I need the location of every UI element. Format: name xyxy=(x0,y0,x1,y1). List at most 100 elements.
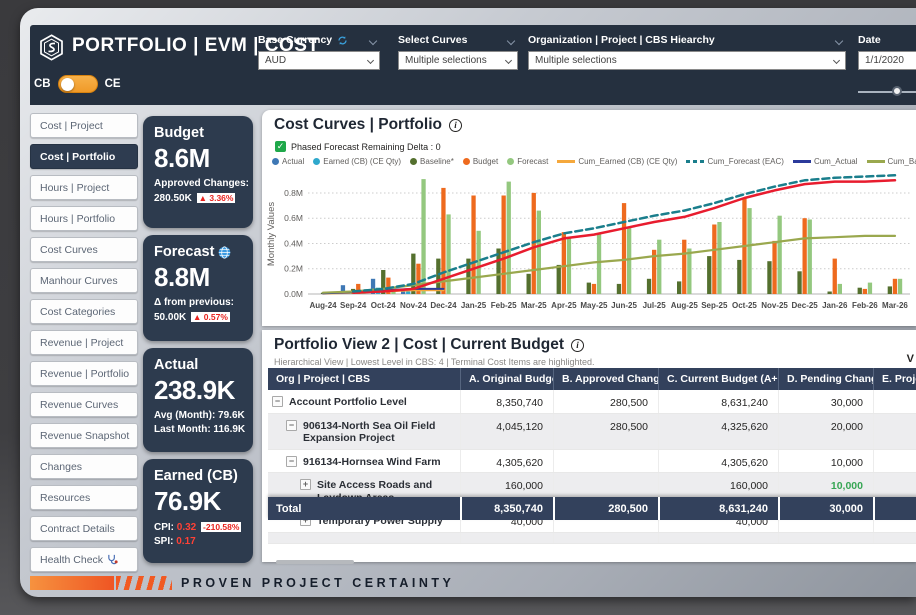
checkbox-checked-icon[interactable]: ✓ xyxy=(275,141,286,152)
legend-item-cum-baseline[interactable]: Cum_Baseline* xyxy=(867,157,916,166)
svg-text:Jan-26: Jan-26 xyxy=(822,301,848,310)
sidebar-item-label: Cost | Portfolio xyxy=(40,151,115,163)
sidebar-item-contract-details[interactable]: Contract Details xyxy=(30,516,138,541)
chart-panel: Cost Curves | Portfolio i ✓ Phased Forec… xyxy=(262,110,916,326)
legend-label: Actual xyxy=(282,157,304,166)
chevron-down-icon[interactable] xyxy=(369,37,377,45)
cell-value: 4,305,620 xyxy=(460,450,553,473)
app-header: PORTFOLIO | EVM | COST CB CE Base Curren… xyxy=(30,25,916,105)
slider-track xyxy=(858,91,916,93)
sidebar-item-hours-project[interactable]: Hours | Project xyxy=(30,175,138,200)
legend-item-actual[interactable]: Actual xyxy=(272,157,304,166)
table-row-916134-hornsea-wind-farm[interactable]: −916134-Hornsea Wind Farm4,305,6204,305,… xyxy=(268,450,916,474)
horizontal-scrollbar[interactable] xyxy=(276,560,354,565)
svg-text:0.6M: 0.6M xyxy=(284,213,303,223)
collapse-icon[interactable]: − xyxy=(286,456,297,467)
table-row-account-portfolio-level[interactable]: −Account Portfolio Level8,350,740280,500… xyxy=(268,390,916,414)
chevron-down-icon[interactable] xyxy=(507,37,515,45)
refresh-icon[interactable] xyxy=(337,35,348,46)
collapse-icon[interactable]: − xyxy=(272,396,283,407)
legend-item-cum-earned-cb-ce-qty[interactable]: Cum_Earned (CB) (CE Qty) xyxy=(557,157,677,166)
sidebar-item-cost-project[interactable]: Cost | Project xyxy=(30,113,138,138)
cost-curves-chart[interactable]: 0.0M0.2M0.4M0.6M0.8MAug-24Sep-24Oct-24No… xyxy=(264,168,914,322)
cell-value xyxy=(553,533,658,543)
column-header[interactable]: B. Approved Changes xyxy=(553,368,658,390)
table-row-906134-north-sea-oil-field-expansion-project[interactable]: −906134-North Sea Oil Field Expansion Pr… xyxy=(268,414,916,450)
legend-item-cum-actual[interactable]: Cum_Actual xyxy=(793,157,858,166)
table-row-partial[interactable] xyxy=(268,533,916,544)
legend-label: Cum_Earned (CB) (CE Qty) xyxy=(578,157,677,166)
sidebar-item-cost-curves[interactable]: Cost Curves xyxy=(30,237,138,262)
cell-value xyxy=(873,533,916,543)
sidebar-item-revenue-project[interactable]: Revenue | Project xyxy=(30,330,138,355)
svg-text:Jan-25: Jan-25 xyxy=(461,301,487,310)
sidebar-item-cost-portfolio[interactable]: Cost | Portfolio xyxy=(30,144,138,169)
sidebar-item-manhour-curves[interactable]: Manhour Curves xyxy=(30,268,138,293)
kpi-subtext: Avg (Month): 79.6K xyxy=(154,409,243,423)
total-value: 8,350,740 xyxy=(460,497,553,520)
column-header[interactable]: A. Original Budget xyxy=(460,368,553,390)
column-header[interactable]: C. Current Budget (A+B) xyxy=(658,368,778,390)
date-slider[interactable] xyxy=(858,86,916,98)
table-body: −Account Portfolio Level8,350,740280,500… xyxy=(268,390,916,544)
info-icon[interactable]: i xyxy=(449,119,462,132)
legend-item-cum-forecast-eac[interactable]: Cum_Forecast (EAC) xyxy=(686,157,783,166)
kpi-subtext: Approved Changes: xyxy=(154,177,243,191)
toggle-right-label: CE xyxy=(105,78,121,90)
app-logo-icon xyxy=(39,34,64,61)
collapse-icon[interactable]: − xyxy=(286,420,297,431)
kpi-card-budget: Budget8.6MApproved Changes:280.50K ▲ 3.3… xyxy=(143,116,253,228)
sidebar-item-label: Changes xyxy=(40,461,82,473)
footer-tagline: PROVEN PROJECT CERTAINTY xyxy=(181,576,454,590)
legend-item-forecast[interactable]: Forecast xyxy=(507,157,548,166)
sidebar-item-revenue-snapshot[interactable]: Revenue Snapshot xyxy=(30,423,138,448)
phased-forecast-checkbox-row: ✓ Phased Forecast Remaining Delta : 0 xyxy=(275,141,441,152)
cell-value: 8,631,240 xyxy=(658,390,778,413)
org-hierarchy-select[interactable]: Multiple selections xyxy=(528,51,846,70)
sidebar-item-revenue-curves[interactable]: Revenue Curves xyxy=(30,392,138,417)
column-header[interactable]: E. Projected xyxy=(873,368,916,390)
chevron-down-icon[interactable] xyxy=(835,37,843,45)
row-label: Account Portfolio Level xyxy=(289,396,407,409)
main-content: Cost Curves | Portfolio i ✓ Phased Forec… xyxy=(262,110,916,562)
sidebar-item-revenue-portfolio[interactable]: Revenue | Portfolio xyxy=(30,361,138,386)
sidebar-item-label: Revenue Curves xyxy=(40,399,118,411)
svg-text:Sep-25: Sep-25 xyxy=(701,301,728,310)
sidebar-item-changes[interactable]: Changes xyxy=(30,454,138,479)
svg-text:Dec-25: Dec-25 xyxy=(792,301,819,310)
total-value: 30,000 xyxy=(778,497,873,520)
date-input[interactable]: 1/1/2020 xyxy=(858,51,916,70)
base-currency-select[interactable]: AUD xyxy=(258,51,380,70)
column-header[interactable]: D. Pending Changes xyxy=(778,368,873,390)
column-header[interactable]: Org | Project | CBS xyxy=(268,368,460,390)
filter-label: Select Curves xyxy=(398,34,467,46)
expand-icon[interactable]: + xyxy=(300,479,311,490)
select-curves-select[interactable]: Multiple selections xyxy=(398,51,518,70)
table-header-row: Org | Project | CBSA. Original BudgetB. … xyxy=(268,368,916,390)
table-title-row: Portfolio View 2 | Cost | Current Budget… xyxy=(274,336,584,354)
table-total-row: Total8,350,740280,5008,631,24030,000 xyxy=(268,497,916,520)
slider-handle[interactable] xyxy=(892,86,902,96)
svg-text:0.4M: 0.4M xyxy=(284,238,303,248)
kpi-subtext: Last Month: 116.9K xyxy=(154,423,243,437)
svg-text:Mar-25: Mar-25 xyxy=(521,301,547,310)
svg-text:May-25: May-25 xyxy=(580,301,608,310)
dashboard-frame: PORTFOLIO | EVM | COST CB CE Base Curren… xyxy=(20,8,916,597)
legend-item-earned-cb-ce-qty[interactable]: Earned (CB) (CE Qty) xyxy=(313,157,401,166)
svg-text:Mar-26: Mar-26 xyxy=(882,301,908,310)
filter-date: Date 1/1/2020 xyxy=(858,34,916,46)
cell-value: 10,000 xyxy=(778,450,873,473)
sidebar-item-label: Cost | Project xyxy=(40,120,103,132)
sidebar-item-cost-categories[interactable]: Cost Categories xyxy=(30,299,138,324)
cb-ce-toggle[interactable] xyxy=(58,75,98,93)
legend-dot-icon xyxy=(507,158,514,165)
sidebar-item-hours-portfolio[interactable]: Hours | Portfolio xyxy=(30,206,138,231)
legend-item-baseline[interactable]: Baseline* xyxy=(410,157,454,166)
sidebar-item-label: Cost Curves xyxy=(40,244,98,256)
filter-label: Base Currency xyxy=(258,34,332,46)
sidebar-item-health-check[interactable]: Health Check xyxy=(30,547,138,572)
info-icon[interactable]: i xyxy=(571,339,584,352)
sidebar-item-resources[interactable]: Resources xyxy=(30,485,138,510)
globe-icon xyxy=(218,246,231,259)
legend-item-budget[interactable]: Budget xyxy=(463,157,498,166)
